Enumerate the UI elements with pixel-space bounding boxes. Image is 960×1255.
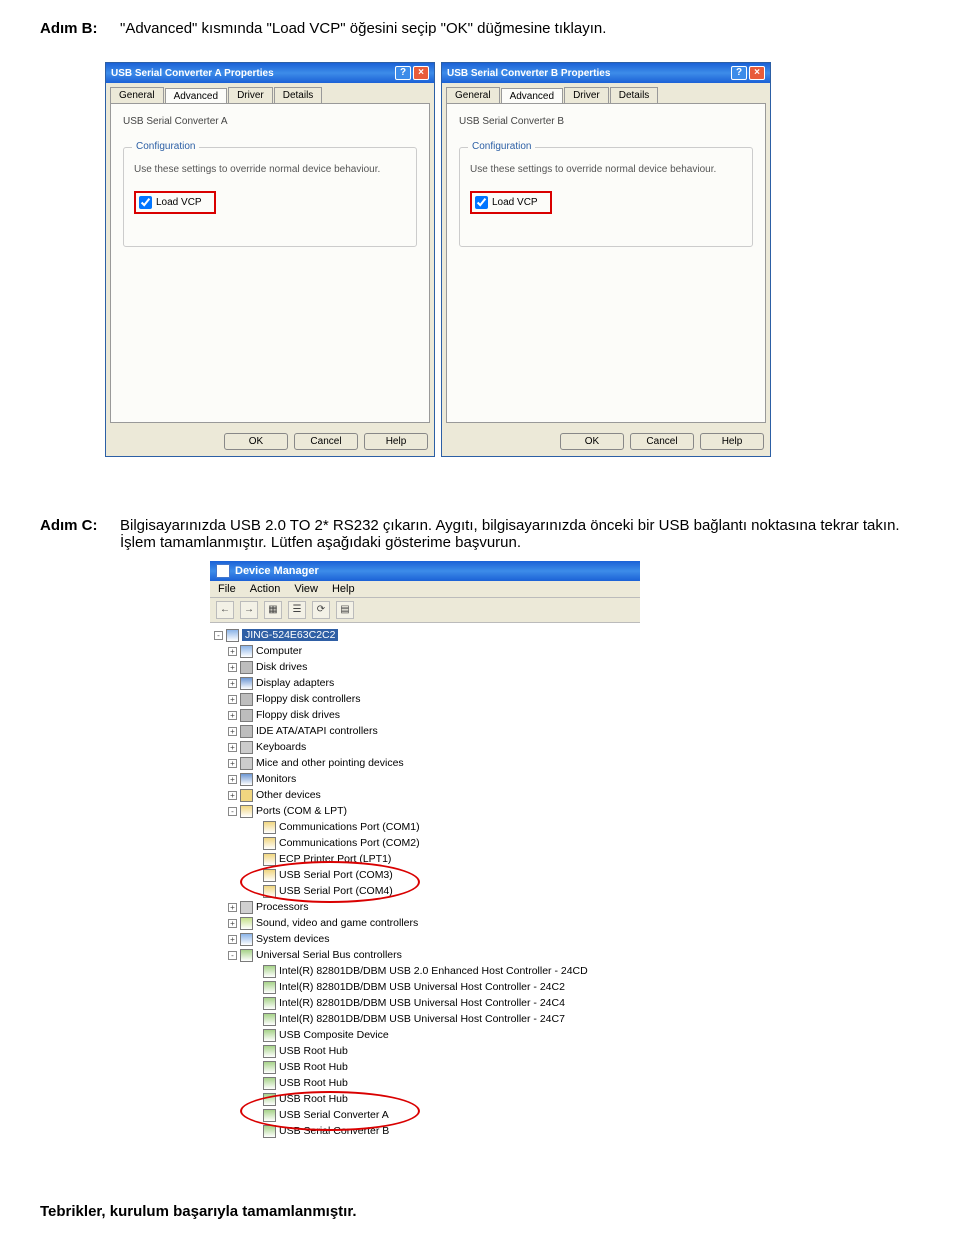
tree-item[interactable]: USB Root Hub <box>214 1043 636 1059</box>
fieldset-legend: Configuration <box>132 141 199 152</box>
tree-item[interactable]: +Disk drives <box>214 659 636 675</box>
dialog-b-body: USB Serial Converter B Configuration Use… <box>446 103 766 423</box>
load-vcp-input[interactable] <box>139 196 152 209</box>
tree-item[interactable]: Intel(R) 82801DB/DBM USB Universal Host … <box>214 979 636 995</box>
dialog-b-title: USB Serial Converter B Properties <box>447 68 729 79</box>
congratulations-text: Tebrikler, kurulum başarıyla tamamlanmış… <box>40 1203 920 1220</box>
ok-button[interactable]: OK <box>224 433 288 450</box>
dm-title-text: Device Manager <box>235 565 319 577</box>
load-vcp-label: Load VCP <box>156 197 202 208</box>
tab-details[interactable]: Details <box>610 87 659 103</box>
highlight-oval-converters <box>240 1091 420 1131</box>
tab-driver[interactable]: Driver <box>564 87 609 103</box>
tree-item[interactable]: +Display adapters <box>214 675 636 691</box>
menu-action[interactable]: Action <box>250 583 281 595</box>
tab-general[interactable]: General <box>110 87 164 103</box>
dialog-a-body: USB Serial Converter A Configuration Use… <box>110 103 430 423</box>
close-icon[interactable]: × <box>749 66 765 80</box>
menu-file[interactable]: File <box>218 583 236 595</box>
load-vcp-label: Load VCP <box>492 197 538 208</box>
fieldset-legend: Configuration <box>468 141 535 152</box>
load-vcp-input[interactable] <box>475 196 488 209</box>
dm-menubar: File Action View Help <box>210 581 640 598</box>
forward-icon[interactable]: → <box>240 601 258 619</box>
tab-details[interactable]: Details <box>274 87 323 103</box>
tb-btn[interactable]: ☰ <box>288 601 306 619</box>
configuration-fieldset: Configuration Use these settings to over… <box>459 147 753 247</box>
load-vcp-checkbox-b[interactable]: Load VCP <box>470 191 552 214</box>
back-icon[interactable]: ← <box>216 601 234 619</box>
tree-item[interactable]: +Mice and other pointing devices <box>214 755 636 771</box>
step-b-label: Adım B: <box>40 20 120 37</box>
tree-item[interactable]: +Monitors <box>214 771 636 787</box>
fieldset-desc: Use these settings to override normal de… <box>470 164 742 175</box>
dialog-a-buttons: OK Cancel Help <box>106 427 434 456</box>
tree-usb-controllers[interactable]: -Universal Serial Bus controllers <box>214 947 636 963</box>
configuration-fieldset: Configuration Use these settings to over… <box>123 147 417 247</box>
tb-btn[interactable]: ▤ <box>336 601 354 619</box>
help-button[interactable]: Help <box>364 433 428 450</box>
dm-toolbar: ← → ▦ ☰ ⟳ ▤ <box>210 598 640 623</box>
tab-driver[interactable]: Driver <box>228 87 273 103</box>
refresh-icon[interactable]: ⟳ <box>312 601 330 619</box>
fieldset-desc: Use these settings to override normal de… <box>134 164 406 175</box>
tree-item[interactable]: +Processors <box>214 899 636 915</box>
ok-button[interactable]: OK <box>560 433 624 450</box>
dialog-a-title: USB Serial Converter A Properties <box>111 68 393 79</box>
help-button[interactable]: Help <box>700 433 764 450</box>
tab-advanced[interactable]: Advanced <box>501 88 563 104</box>
tab-general[interactable]: General <box>446 87 500 103</box>
tree-item[interactable]: +Computer <box>214 643 636 659</box>
tree-ports[interactable]: -Ports (COM & LPT) <box>214 803 636 819</box>
device-name-b: USB Serial Converter B <box>459 116 753 127</box>
step-c-text: Bilgisayarınızda USB 2.0 TO 2* RS232 çık… <box>120 517 920 551</box>
dialog-b-titlebar: USB Serial Converter B Properties ? × <box>442 63 770 83</box>
device-manager-window: Device Manager File Action View Help ← →… <box>210 561 640 1143</box>
tree-item[interactable]: Intel(R) 82801DB/DBM USB 2.0 Enhanced Ho… <box>214 963 636 979</box>
step-b-text: "Advanced" kısmında "Load VCP" öğesini s… <box>120 20 920 37</box>
dialog-a-titlebar: USB Serial Converter A Properties ? × <box>106 63 434 83</box>
tree-item[interactable]: USB Composite Device <box>214 1027 636 1043</box>
dialog-a-tabs: General Advanced Driver Details <box>106 83 434 103</box>
tree-root[interactable]: -JING-524E63C2C2 <box>214 627 636 643</box>
tree-item[interactable]: +Floppy disk controllers <box>214 691 636 707</box>
dm-icon <box>216 564 230 578</box>
close-icon[interactable]: × <box>413 66 429 80</box>
dialog-b-buttons: OK Cancel Help <box>442 427 770 456</box>
load-vcp-checkbox-a[interactable]: Load VCP <box>134 191 216 214</box>
tree-item[interactable]: Intel(R) 82801DB/DBM USB Universal Host … <box>214 995 636 1011</box>
help-icon[interactable]: ? <box>731 66 747 80</box>
step-b: Adım B: "Advanced" kısmında "Load VCP" ö… <box>40 20 920 37</box>
tree-item[interactable]: +System devices <box>214 931 636 947</box>
properties-dialogs: USB Serial Converter A Properties ? × Ge… <box>105 62 920 457</box>
step-c-label: Adım C: <box>40 517 120 551</box>
highlight-oval-ports <box>240 861 420 903</box>
menu-view[interactable]: View <box>294 583 318 595</box>
tree-item[interactable]: USB Root Hub <box>214 1075 636 1091</box>
tab-advanced[interactable]: Advanced <box>165 88 227 104</box>
dialog-converter-b: USB Serial Converter B Properties ? × Ge… <box>441 62 771 457</box>
dm-titlebar: Device Manager <box>210 561 640 581</box>
dm-tree[interactable]: -JING-524E63C2C2 +Computer +Disk drives … <box>210 623 640 1143</box>
tree-item[interactable]: Intel(R) 82801DB/DBM USB Universal Host … <box>214 1011 636 1027</box>
tree-item[interactable]: +IDE ATA/ATAPI controllers <box>214 723 636 739</box>
tree-item[interactable]: Communications Port (COM1) <box>214 819 636 835</box>
tree-item[interactable]: USB Root Hub <box>214 1059 636 1075</box>
tree-item[interactable]: +Sound, video and game controllers <box>214 915 636 931</box>
help-icon[interactable]: ? <box>395 66 411 80</box>
cancel-button[interactable]: Cancel <box>294 433 358 450</box>
tree-item[interactable]: +Keyboards <box>214 739 636 755</box>
step-c: Adım C: Bilgisayarınızda USB 2.0 TO 2* R… <box>40 517 920 551</box>
cancel-button[interactable]: Cancel <box>630 433 694 450</box>
device-name-a: USB Serial Converter A <box>123 116 417 127</box>
menu-help[interactable]: Help <box>332 583 355 595</box>
dialog-converter-a: USB Serial Converter A Properties ? × Ge… <box>105 62 435 457</box>
dialog-b-tabs: General Advanced Driver Details <box>442 83 770 103</box>
tb-btn[interactable]: ▦ <box>264 601 282 619</box>
tree-item[interactable]: +Floppy disk drives <box>214 707 636 723</box>
tree-item[interactable]: Communications Port (COM2) <box>214 835 636 851</box>
tree-item[interactable]: +Other devices <box>214 787 636 803</box>
